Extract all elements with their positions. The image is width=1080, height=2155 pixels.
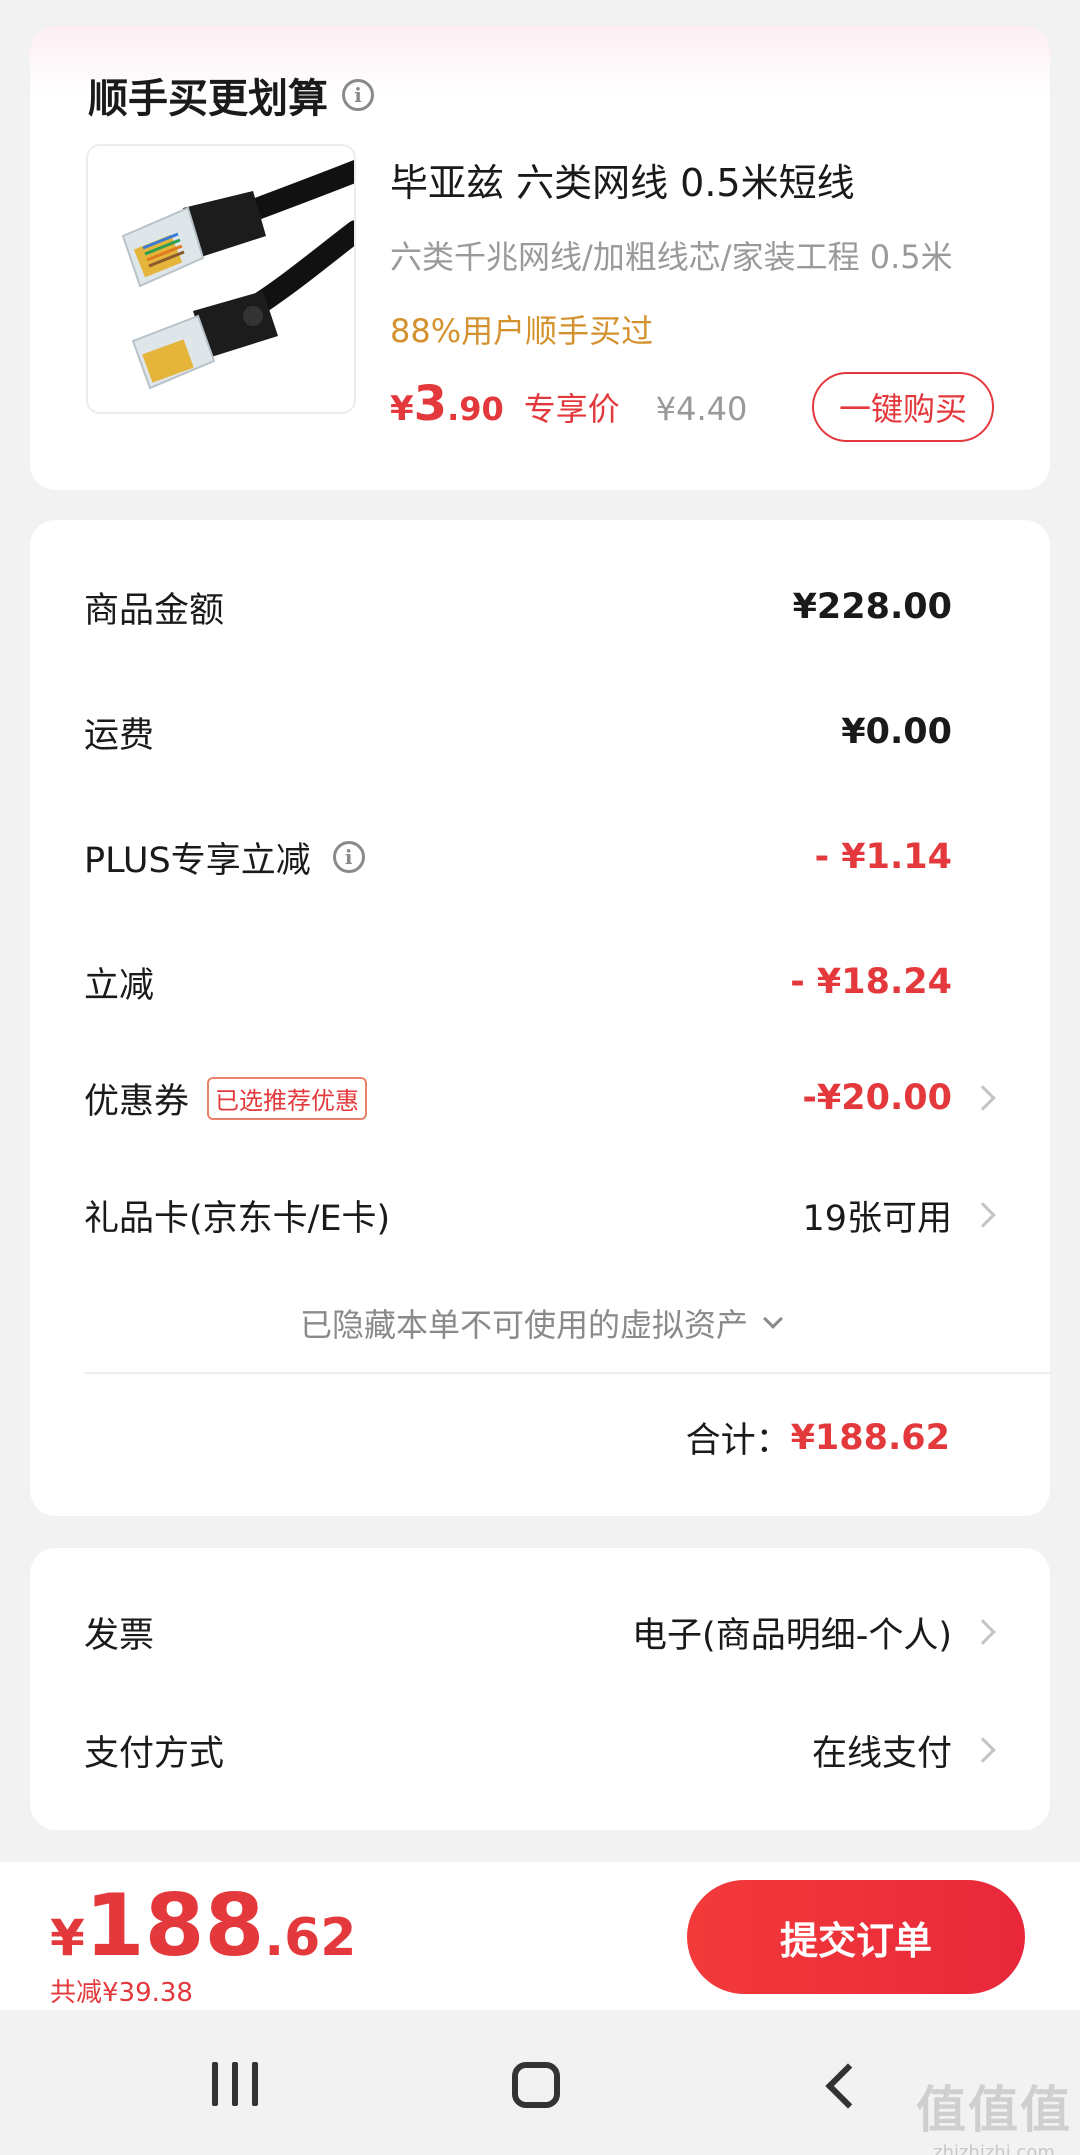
- price-integer: 3: [413, 376, 448, 432]
- invoice-label: 发票: [84, 1615, 155, 1656]
- home-icon[interactable]: [512, 2062, 560, 2108]
- addon-title: 顺手买更划算 i: [88, 66, 374, 124]
- watermark-text: 值值值: [916, 2081, 1072, 2139]
- total-value: ¥188.62: [790, 1417, 950, 1458]
- final-price: ¥ 188 .62: [50, 1876, 356, 1976]
- system-navigation-bar: 值值值 zhizhizhi.com: [0, 2010, 1080, 2155]
- total-label: 合计：: [685, 1421, 791, 1461]
- instant-discount-label: 立减: [84, 965, 155, 1006]
- total-saved: 共减¥39.38: [50, 1978, 193, 2008]
- coupon-badge: 已选推荐优惠: [207, 1076, 368, 1120]
- instant-discount-row: 立减 - ¥18.24: [84, 952, 996, 1012]
- product-name[interactable]: 毕亚兹 六类网线 0.5米短线: [390, 152, 855, 207]
- chevron-right-icon: [970, 1085, 996, 1111]
- payment-method-label: 支付方式: [84, 1733, 225, 1774]
- coupon-label: 优惠券 已选推荐优惠: [84, 1073, 368, 1124]
- chevron-right-icon: [970, 1202, 996, 1228]
- plus-discount-label: PLUS专享立减 i: [84, 832, 365, 883]
- recents-icon[interactable]: [212, 2062, 258, 2106]
- checkout-bar: ¥ 188 .62 共减¥39.38 提交订单: [0, 1862, 1080, 2010]
- order-summary-card: 商品金额 ¥228.00 运费 ¥0.00 PLUS专享立减 i - ¥1.14…: [30, 520, 1050, 1516]
- price-tag: 专享价: [523, 390, 620, 428]
- bought-rate: 88%用户顺手买过: [390, 312, 654, 350]
- divider: [84, 1372, 1050, 1374]
- product-thumbnail[interactable]: [86, 144, 356, 414]
- chevron-right-icon: [970, 1737, 996, 1763]
- invoice-value: 电子(商品明细-个人): [632, 1607, 996, 1658]
- total-row: 合计： ¥188.62: [686, 1412, 950, 1463]
- coupon-value: -¥20.00: [802, 1078, 996, 1118]
- ethernet-cable-image: [121, 160, 354, 390]
- plus-discount-row: PLUS专享立减 i - ¥1.14: [84, 827, 996, 887]
- product-description: 六类千兆网线/加粗线芯/家装工程 0.5米: [390, 238, 953, 276]
- one-click-buy-button[interactable]: 一键购买: [812, 372, 994, 442]
- price-currency: ¥: [390, 389, 414, 429]
- giftcard-label: 礼品卡(京东卡/E卡): [84, 1198, 391, 1239]
- chevron-down-icon: [763, 1309, 783, 1329]
- back-icon[interactable]: [825, 2063, 871, 2109]
- payment-method-value: 在线支付: [812, 1725, 996, 1776]
- shipping-label: 运费: [84, 715, 155, 756]
- addon-card: 顺手买更划算 i 毕亚兹 六类网线 0.5米短线 六类千兆网线/加粗线芯/家装工…: [30, 26, 1050, 490]
- addon-title-text: 顺手买更划算: [88, 76, 328, 122]
- giftcard-value: 19张可用: [802, 1190, 996, 1241]
- final-price-integer: 188: [84, 1876, 265, 1976]
- hidden-assets-toggle[interactable]: 已隐藏本单不可使用的虚拟资产: [30, 1300, 1050, 1346]
- final-price-decimal: .62: [264, 1908, 357, 1968]
- original-price: ¥4.40: [655, 390, 748, 428]
- instant-discount-value: - ¥18.24: [790, 962, 952, 1002]
- giftcard-row[interactable]: 礼品卡(京东卡/E卡) 19张可用: [84, 1185, 996, 1245]
- plus-discount-value: - ¥1.14: [814, 837, 952, 877]
- info-icon[interactable]: i: [332, 841, 365, 873]
- invoice-row[interactable]: 发票 电子(商品明细-个人): [84, 1602, 996, 1662]
- watermark-logo: 值值值 zhizhizhi.com: [916, 2070, 1072, 2155]
- shipping-value: ¥0.00: [841, 712, 952, 752]
- invoice-payment-card: 发票 电子(商品明细-个人) 支付方式 在线支付: [30, 1548, 1050, 1830]
- goods-amount-label: 商品金额: [84, 590, 225, 631]
- final-price-currency: ¥: [50, 1909, 85, 1967]
- coupon-row[interactable]: 优惠券 已选推荐优惠 -¥20.00: [84, 1068, 996, 1128]
- goods-amount-value: ¥228.00: [792, 587, 952, 627]
- submit-order-button[interactable]: 提交订单: [687, 1880, 1025, 1994]
- shipping-row: 运费 ¥0.00: [84, 702, 996, 762]
- goods-amount-row: 商品金额 ¥228.00: [84, 577, 996, 637]
- watermark-url: zhizhizhi.com: [933, 2142, 1055, 2155]
- chevron-right-icon: [970, 1619, 996, 1645]
- payment-method-row[interactable]: 支付方式 在线支付: [84, 1720, 996, 1780]
- info-icon[interactable]: i: [342, 79, 374, 111]
- product-price: ¥ 3 .90 专享价 ¥4.40: [390, 376, 747, 432]
- price-decimal: .90: [447, 390, 504, 428]
